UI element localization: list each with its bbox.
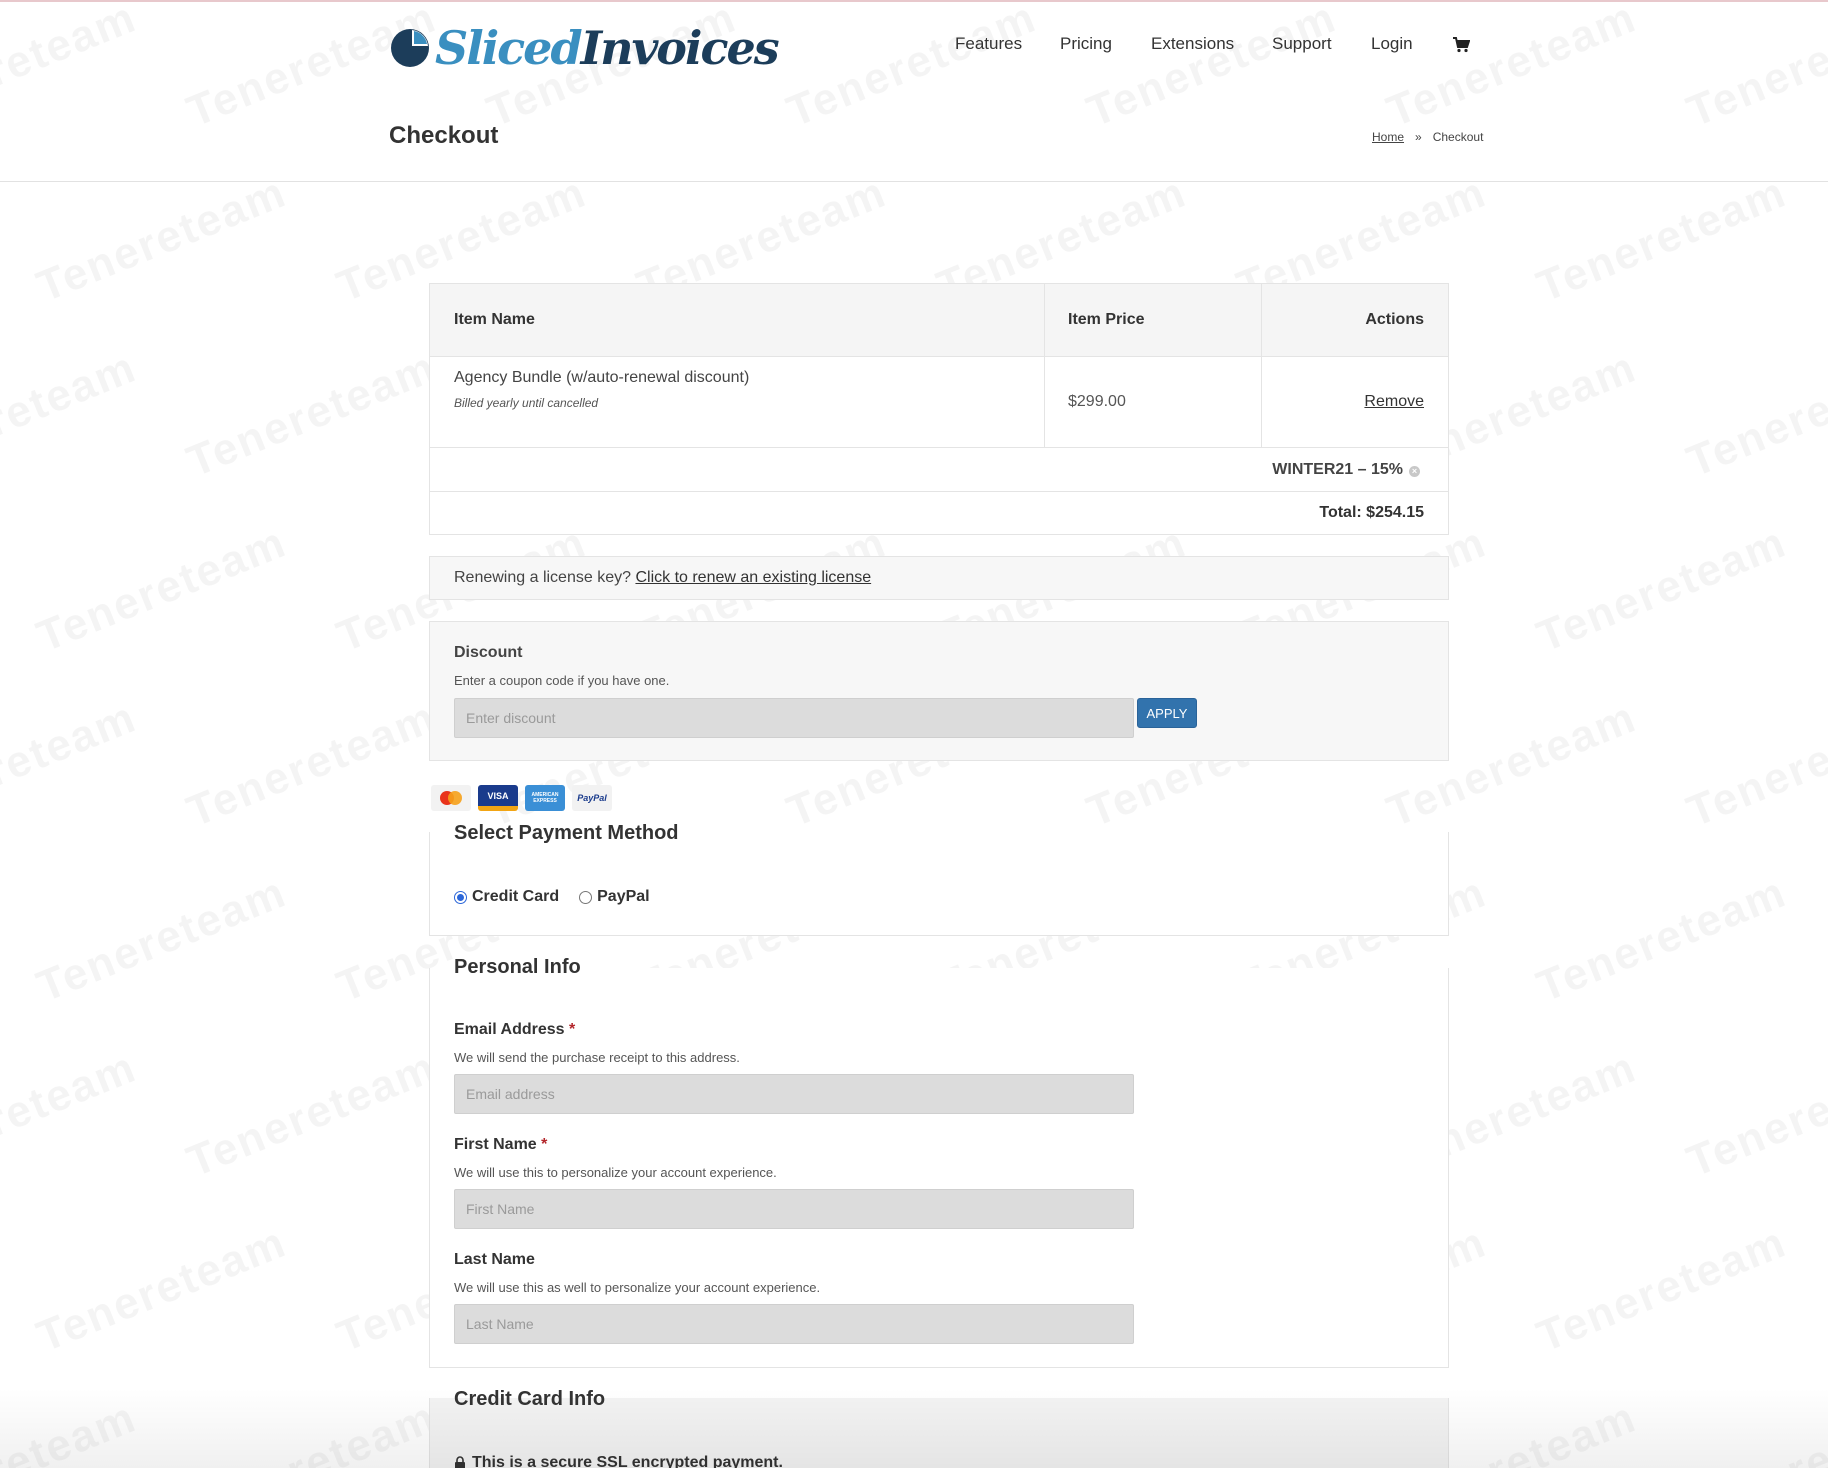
nav-login[interactable]: Login bbox=[1371, 34, 1413, 54]
watermark-text: Tenereteam bbox=[1680, 692, 1828, 837]
last-name-field[interactable] bbox=[454, 1304, 1134, 1344]
watermark-text: Tenereteam bbox=[30, 517, 293, 662]
credit-card-info-section: Credit Card Info This is a secure SSL en… bbox=[429, 1388, 1449, 1468]
discount-help: Enter a coupon code if you have one. bbox=[454, 673, 670, 688]
renew-prompt: Renewing a license key? bbox=[454, 569, 631, 586]
watermark-text: Tenereteam bbox=[0, 1042, 144, 1187]
column-divider bbox=[1261, 284, 1262, 448]
mastercard-icon bbox=[431, 785, 471, 811]
watermark-text: Tenereteam bbox=[180, 342, 443, 487]
first-name-label: First Name * bbox=[454, 1136, 548, 1153]
breadcrumb-separator: » bbox=[1415, 130, 1422, 144]
nav-pricing[interactable]: Pricing bbox=[1060, 34, 1112, 54]
row-divider bbox=[430, 447, 1448, 448]
pie-chart-icon bbox=[391, 29, 429, 67]
personal-info-section: Personal Info Email Address * We will se… bbox=[429, 956, 1449, 1368]
paypal-icon: PayPal bbox=[572, 785, 612, 811]
discount-title: Discount bbox=[454, 644, 523, 661]
watermark-text: Tenereteam bbox=[30, 867, 293, 1012]
personal-info-title: Personal Info bbox=[454, 956, 581, 978]
header-item-price: Item Price bbox=[1068, 311, 1145, 328]
last-name-help: We will use this as well to personalize … bbox=[454, 1280, 821, 1295]
email-label: Email Address * bbox=[454, 1021, 576, 1038]
visa-icon: VISA bbox=[478, 785, 518, 811]
renew-license-bar: Renewing a license key? Click to renew a… bbox=[429, 556, 1449, 600]
brand-logo[interactable]: SlicedInvoices bbox=[389, 21, 780, 75]
watermark-text: Tenereteam bbox=[1530, 867, 1793, 1012]
credit-card-info-title: Credit Card Info bbox=[454, 1388, 606, 1410]
applied-discount: WINTER21 – 15% × bbox=[1272, 461, 1420, 479]
watermark-text: Tenereteam bbox=[1530, 167, 1793, 312]
site-header: SlicedInvoices Features Pricing Extensio… bbox=[0, 0, 1828, 182]
nav-support[interactable]: Support bbox=[1272, 34, 1332, 54]
column-divider bbox=[1044, 284, 1045, 448]
discount-input[interactable] bbox=[454, 698, 1134, 738]
nav-extensions[interactable]: Extensions bbox=[1151, 34, 1234, 54]
page-title: Checkout bbox=[389, 122, 499, 149]
first-name-field[interactable] bbox=[454, 1189, 1134, 1229]
remove-item-link[interactable]: Remove bbox=[1364, 393, 1424, 411]
credit-card-label[interactable]: Credit Card bbox=[472, 888, 559, 906]
watermark-text: Tenereteam bbox=[0, 1392, 144, 1468]
brand-wordmark: SlicedInvoices bbox=[435, 21, 780, 75]
watermark-text: Tenereteam bbox=[180, 692, 443, 837]
required-marker: * bbox=[569, 1021, 576, 1038]
paypal-label[interactable]: PayPal bbox=[597, 888, 649, 906]
shopping-cart-icon[interactable] bbox=[1452, 36, 1470, 54]
payment-method-options: Credit Card PayPal bbox=[454, 888, 650, 906]
apply-discount-button[interactable]: APPLY bbox=[1137, 698, 1197, 728]
lock-icon bbox=[455, 1456, 465, 1468]
cart-item-billing: Billed yearly until cancelled bbox=[454, 396, 599, 410]
renew-license-link[interactable]: Click to renew an existing license bbox=[635, 569, 871, 586]
watermark-text: Tenereteam bbox=[180, 1042, 443, 1187]
email-help: We will send the purchase receipt to thi… bbox=[454, 1050, 740, 1065]
required-marker: * bbox=[541, 1136, 548, 1153]
watermark-text: Tenereteam bbox=[1530, 1217, 1793, 1362]
watermark-text: Tenereteam bbox=[1680, 1042, 1828, 1187]
secure-payment-note: This is a secure SSL encrypted payment. bbox=[454, 1454, 783, 1468]
watermark-text: Tenereteam bbox=[1680, 342, 1828, 487]
nav-features[interactable]: Features bbox=[955, 34, 1022, 54]
cart-item-name: Agency Bundle (w/auto-renewal discount) bbox=[454, 369, 750, 386]
accepted-payment-icons: VISA AMERICAN EXPRESS PayPal bbox=[431, 785, 612, 811]
payment-method-title: Select Payment Method bbox=[454, 822, 679, 844]
watermark-text: Tenereteam bbox=[0, 342, 144, 487]
first-name-help: We will use this to personalize your acc… bbox=[454, 1165, 777, 1180]
breadcrumb-home[interactable]: Home bbox=[1372, 130, 1404, 144]
cart-item-price: $299.00 bbox=[1068, 393, 1126, 410]
paypal-radio[interactable] bbox=[579, 890, 593, 904]
watermark-text: Tenereteam bbox=[1530, 517, 1793, 662]
cart-table-header bbox=[430, 284, 1448, 357]
secure-payment-text: This is a secure SSL encrypted payment. bbox=[472, 1454, 783, 1468]
remove-discount-icon[interactable]: × bbox=[1409, 466, 1420, 477]
cart-total: Total: $254.15 bbox=[1319, 504, 1424, 521]
discount-section: Discount Enter a coupon code if you have… bbox=[429, 621, 1449, 761]
payment-method-section: Select Payment Method Credit Card PayPal bbox=[429, 822, 1449, 936]
row-divider bbox=[430, 491, 1448, 492]
breadcrumb: Home » Checkout bbox=[1372, 130, 1483, 144]
watermark-text: Tenereteam bbox=[1680, 1392, 1828, 1468]
email-field[interactable] bbox=[454, 1074, 1134, 1114]
last-name-label: Last Name bbox=[454, 1251, 535, 1268]
watermark-text: Tenereteam bbox=[30, 167, 293, 312]
applied-discount-code: WINTER21 – 15% bbox=[1272, 461, 1403, 478]
amex-icon: AMERICAN EXPRESS bbox=[525, 785, 565, 811]
watermark-text: Tenereteam bbox=[0, 692, 144, 837]
watermark-text: Tenereteam bbox=[180, 1392, 443, 1468]
breadcrumb-current: Checkout bbox=[1432, 130, 1484, 144]
header-item-name: Item Name bbox=[454, 311, 535, 328]
credit-card-radio[interactable] bbox=[454, 890, 467, 904]
cart-table: Item Name Item Price Actions Agency Bund… bbox=[429, 283, 1449, 535]
watermark-text: Tenereteam bbox=[30, 1217, 293, 1362]
header-actions: Actions bbox=[1365, 311, 1424, 328]
renew-license-text: Renewing a license key? Click to renew a… bbox=[454, 569, 871, 587]
